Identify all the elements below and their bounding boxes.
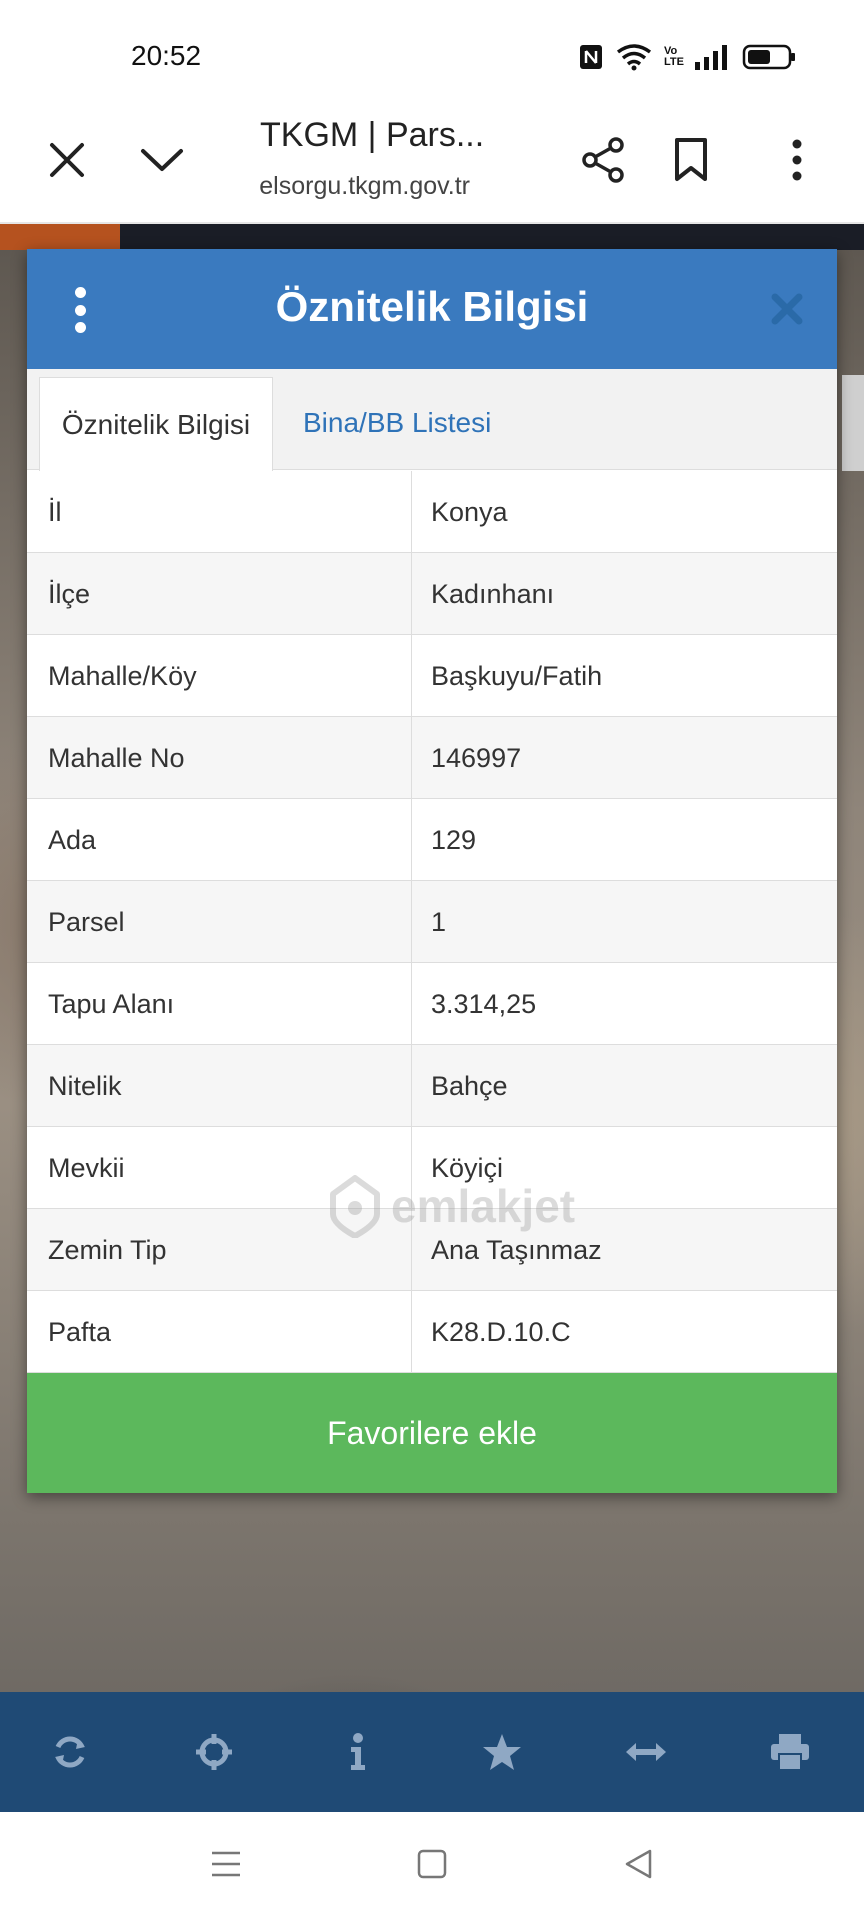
info-icon[interactable]	[336, 1730, 380, 1774]
row-key: Mahalle/Köy	[48, 661, 197, 691]
scrollbar[interactable]	[842, 375, 864, 471]
page-title[interactable]: TKGM | Pars...	[260, 116, 484, 155]
table-row: Mahalle No 146997	[27, 717, 837, 799]
watermark: emlakjet	[327, 1171, 575, 1241]
row-value: Kadınhanı	[431, 579, 555, 609]
row-value: K28.D.10.C	[431, 1317, 571, 1347]
table-row: Ada 129	[27, 799, 837, 881]
refresh-icon[interactable]	[48, 1730, 92, 1774]
row-value: 3.314,25	[431, 989, 537, 1019]
row-value: Bahçe	[431, 1071, 508, 1101]
map-toolbar	[0, 1692, 864, 1812]
tab-bar: Öznitelik Bilgisi Bina/BB Listesi	[27, 369, 837, 471]
table-row: Pafta K28.D.10.C	[27, 1291, 837, 1373]
row-value: Konya	[431, 497, 508, 527]
table-row: İl Konya	[27, 471, 837, 553]
map-strip	[0, 224, 120, 250]
watermark-text: emlakjet	[391, 1180, 576, 1232]
navigation-bar	[0, 1812, 864, 1920]
signal-icon	[695, 45, 727, 70]
row-key: Tapu Alanı	[48, 989, 175, 1019]
status-time: 20:52	[131, 40, 202, 71]
dialog-close-icon[interactable]	[767, 289, 807, 329]
table-row: Tapu Alanı 3.314,25	[27, 963, 837, 1045]
row-key: Parsel	[48, 907, 125, 937]
row-value: 129	[431, 825, 477, 855]
row-key: Nitelik	[48, 1071, 122, 1101]
row-key: Mahalle No	[48, 743, 185, 773]
more-vertical-icon[interactable]	[769, 132, 825, 188]
table-row: İlçe Kadınhanı	[27, 553, 837, 635]
row-key: Zemin Tip	[48, 1235, 167, 1265]
bookmark-icon[interactable]	[663, 132, 719, 188]
menu-icon[interactable]	[204, 1842, 248, 1886]
status-icons: Vo LTE	[578, 42, 796, 72]
tab-attribute-info[interactable]: Öznitelik Bilgisi	[39, 377, 273, 471]
table-row: Nitelik Bahçe	[27, 1045, 837, 1127]
share-icon[interactable]	[576, 132, 632, 188]
browser-toolbar: TKGM | Pars... parselsorgu.tkgm.gov.tr	[0, 110, 864, 224]
wifi-icon	[616, 44, 652, 71]
row-key: Pafta	[48, 1317, 112, 1347]
tab-building-list[interactable]: Bina/BB Listesi	[303, 377, 491, 469]
page-url[interactable]: parselsorgu.tkgm.gov.tr	[260, 172, 470, 201]
battery-icon	[742, 44, 795, 70]
print-icon[interactable]	[768, 1730, 812, 1774]
dialog-title: Öznitelik Bilgisi	[275, 283, 589, 330]
add-favorite-button[interactable]: Favorilere ekle	[27, 1373, 837, 1493]
dialog-header: Öznitelik Bilgisi	[27, 249, 837, 369]
row-value: Başkuyu/Fatih	[431, 661, 603, 691]
crosshair-icon[interactable]	[192, 1730, 236, 1774]
row-value: 146997	[431, 743, 522, 773]
back-icon[interactable]	[616, 1842, 660, 1886]
row-key: İl	[48, 497, 62, 527]
table-row: Parsel 1	[27, 881, 837, 963]
map-strip-dark	[120, 224, 864, 250]
star-icon[interactable]	[480, 1730, 524, 1774]
nfc-icon	[580, 45, 602, 69]
attribute-dialog: Öznitelik Bilgisi Öznitelik Bilgisi Bina…	[27, 249, 837, 1493]
watermark-pin-icon	[330, 1175, 380, 1238]
row-key: İlçe	[48, 579, 91, 609]
table-row: Mahalle/Köy Başkuyu/Fatih	[27, 635, 837, 717]
row-value: 1	[431, 907, 447, 937]
chevron-down-icon[interactable]	[134, 132, 190, 188]
volte-icon: Vo LTE	[664, 45, 684, 68]
measure-icon[interactable]	[624, 1730, 668, 1774]
row-key: Mevkii	[48, 1153, 125, 1183]
row-key: Ada	[48, 825, 97, 855]
close-icon[interactable]	[39, 132, 95, 188]
home-icon[interactable]	[410, 1842, 454, 1886]
status-bar: 20:52 Vo LTE	[0, 0, 864, 110]
